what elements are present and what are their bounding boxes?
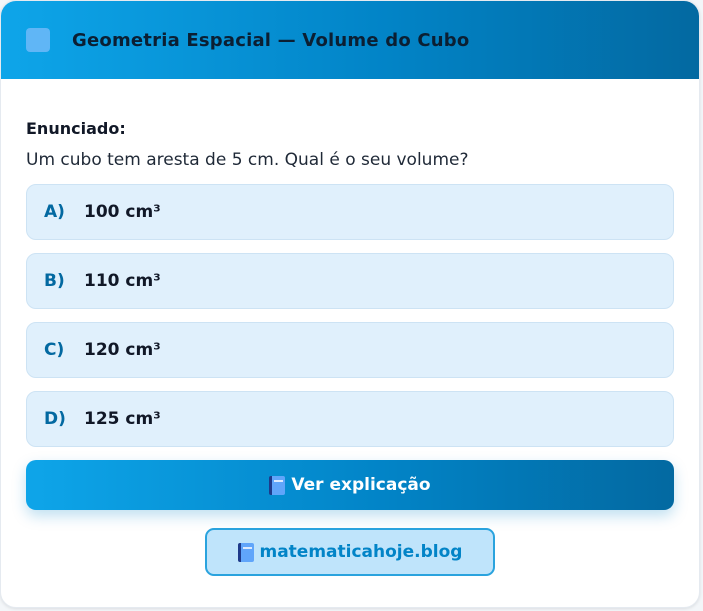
option-letter: A) (44, 202, 65, 222)
option-text: 125 cm³ (84, 409, 161, 429)
option-d[interactable]: D) 125 cm³ (26, 391, 674, 447)
option-letter: D) (44, 409, 66, 429)
option-text: 100 cm³ (84, 202, 161, 222)
option-a[interactable]: A) 100 cm³ (26, 184, 674, 240)
option-letter: B) (44, 271, 65, 291)
card-header: Geometria Espacial — Volume do Cubo (1, 1, 699, 79)
option-text: 120 cm³ (84, 340, 161, 360)
option-b[interactable]: B) 110 cm³ (26, 253, 674, 309)
card-title: Geometria Espacial — Volume do Cubo (72, 29, 470, 51)
option-text: 110 cm³ (84, 271, 161, 291)
show-explanation-button[interactable]: Ver explicação (26, 460, 674, 510)
option-letter: C) (44, 340, 65, 360)
book-icon (269, 475, 286, 495)
statement-text: Um cubo tem aresta de 5 cm. Qual é o seu… (26, 150, 469, 170)
answer-options: A) 100 cm³ B) 110 cm³ C) 120 cm³ D) 125 … (26, 184, 674, 447)
show-explanation-label: Ver explicação (291, 475, 431, 495)
site-link[interactable]: matematicahoje.blog (205, 528, 495, 576)
site-link-wrapper: matematicahoje.blog (26, 528, 674, 576)
statement-label: Enunciado: (26, 119, 126, 138)
square-icon (26, 28, 50, 52)
card-content: Enunciado: Um cubo tem aresta de 5 cm. Q… (1, 119, 699, 576)
question-card: Geometria Espacial — Volume do Cubo Enun… (0, 0, 700, 608)
option-c[interactable]: C) 120 cm³ (26, 322, 674, 378)
book-icon (237, 542, 254, 562)
site-link-label: matematicahoje.blog (259, 542, 463, 562)
